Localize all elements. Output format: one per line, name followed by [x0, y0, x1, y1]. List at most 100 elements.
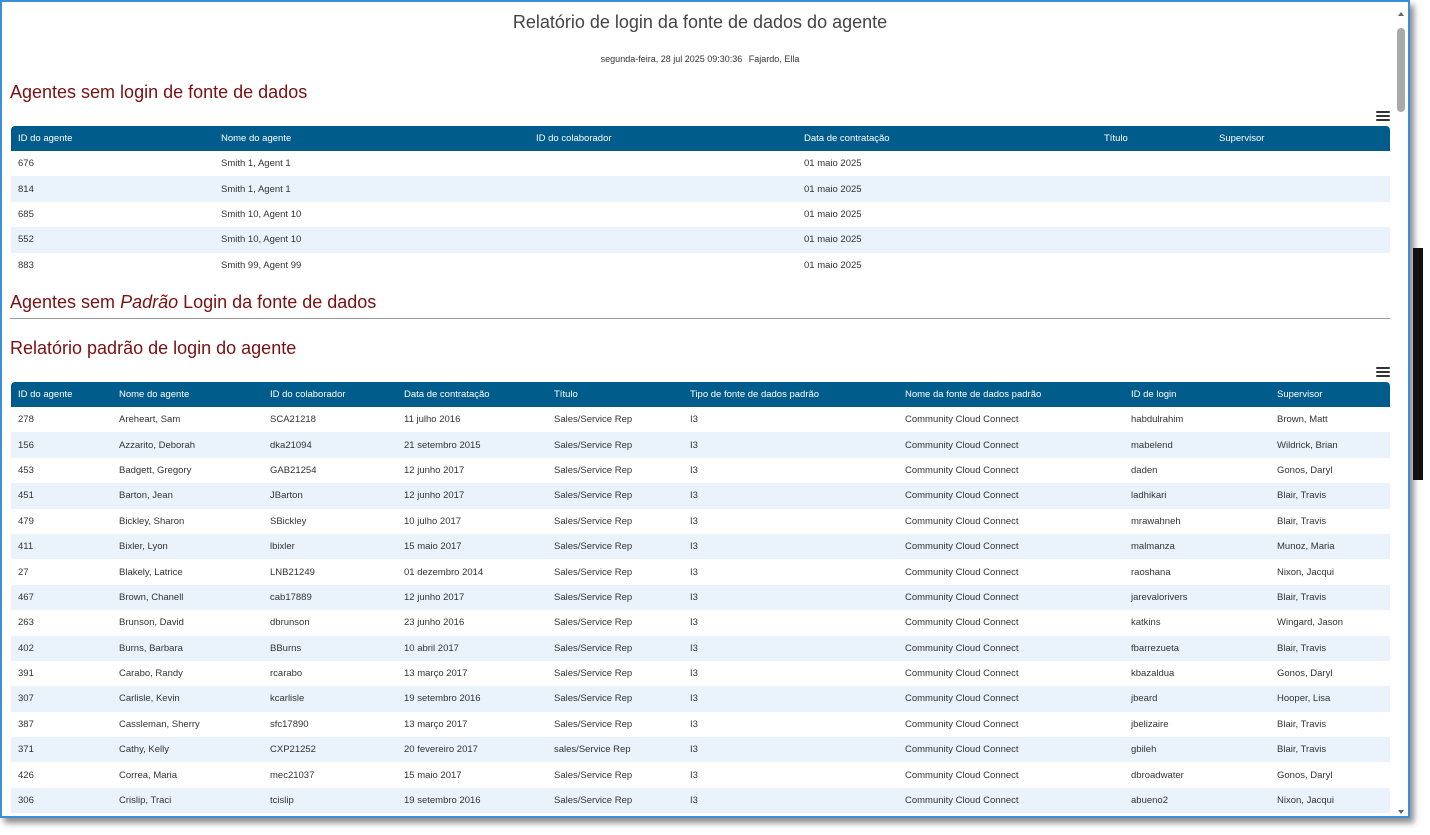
- report-title: Relatório de login da fonte de dados do …: [512, 12, 888, 32]
- hamburger-menu-icon[interactable]: [1376, 367, 1390, 379]
- column-header[interactable]: Título: [547, 382, 683, 407]
- table-cell: 11 julho 2016: [404, 414, 461, 426]
- table-cell: 01 dezembro 2014: [404, 566, 484, 578]
- table-cell: [1097, 176, 1212, 202]
- table-cell: cab17889: [263, 584, 397, 611]
- table-cell: I3: [690, 718, 698, 730]
- table-cell: I3: [683, 686, 898, 712]
- table-row: 387 Cassleman, Sherry sfc17890 13 março 201…: [11, 712, 1390, 737]
- table-cell: I3: [690, 668, 698, 680]
- table-cell: I3: [690, 414, 698, 426]
- table-cell: Hooper, Lisa: [1270, 686, 1390, 712]
- table-cell: I3: [683, 635, 898, 661]
- column-header[interactable]: Título: [1097, 126, 1212, 151]
- table-cell: Gonos, Daryl: [1277, 769, 1333, 781]
- table-cell: Community Cloud Connect: [898, 787, 1124, 814]
- table-cell: Community Cloud Connect: [898, 584, 1124, 611]
- column-header[interactable]: ID de login: [1124, 382, 1270, 407]
- table-cell: 20 fevereiro 2017: [397, 737, 547, 763]
- table-cell: lbixler: [263, 533, 397, 560]
- table-cell: [529, 227, 797, 253]
- column-header[interactable]: Data de contratação: [797, 126, 1097, 151]
- table-cell: Smith 99, Agent 99: [221, 259, 302, 271]
- table-cell: Community Cloud Connect: [905, 668, 1019, 680]
- table-cell: Community Cloud Connect: [905, 769, 1019, 781]
- table-cell: Community Cloud Connect: [905, 617, 1019, 629]
- table-cell: gbileh: [1124, 737, 1270, 763]
- table-cell: 278: [18, 414, 34, 426]
- table-cell: 371: [11, 737, 112, 763]
- table-cell: Sales/Service Rep: [547, 686, 683, 712]
- table-cell: [1212, 202, 1390, 227]
- table-row: 156 Azzarito, Deborah dka21094 21 setembro …: [11, 432, 1390, 458]
- table-cell: Community Cloud Connect: [898, 432, 1124, 458]
- table-cell: I3: [690, 566, 698, 578]
- table-cell: Blair, Travis: [1270, 584, 1390, 611]
- report-user: Fajardo, Ella: [748, 54, 800, 64]
- table-cell: Barton, Jean: [112, 483, 263, 509]
- table-cell: Correa, Maria: [119, 769, 178, 781]
- table-row: 278 Areheart, Sam SCA21218 11 julho 2016 Sal…: [11, 407, 1390, 432]
- table-cell: Gonos, Daryl: [1277, 464, 1333, 476]
- table-cell: 21 setembro 2015: [397, 432, 547, 458]
- heading-emphasis: Padrão: [120, 292, 179, 312]
- background-window-edge: [1413, 248, 1423, 480]
- report-content: Relatório de login da fonte de dados do …: [10, 2, 1390, 816]
- scroll-up-icon[interactable]: [1398, 12, 1404, 16]
- table-cell: rcarabo: [270, 668, 303, 680]
- table-cell: 01 maio 2025: [797, 227, 1097, 253]
- table-cell: I3: [683, 533, 898, 560]
- column-header[interactable]: ID do colaborador: [529, 126, 797, 151]
- table-cell: mrawahneh: [1131, 515, 1181, 527]
- table-cell: 451: [11, 483, 112, 509]
- table-cell: Community Cloud Connect: [898, 737, 1124, 763]
- table-no-login: ID do agente Nome do agente ID do colabora…: [11, 126, 1390, 278]
- table-cell: Cassleman, Sherry: [119, 718, 200, 730]
- scroll-down-icon[interactable]: [1398, 810, 1404, 814]
- column-header[interactable]: ID do agente: [11, 382, 112, 407]
- table-cell: Sales/Service Rep: [554, 769, 633, 781]
- table-row: 552 Smith 10, Agent 10 01 maio 2025: [11, 227, 1390, 253]
- table-cell: 12 junho 2017: [404, 464, 465, 476]
- table-cell: I3: [690, 617, 698, 629]
- table-row: 27 Blakely, Latrice LNB21249 01 dezembro 20…: [11, 559, 1390, 584]
- table-cell: mec21037: [270, 769, 315, 781]
- table-cell: Nixon, Jacqui: [1277, 566, 1335, 578]
- column-header[interactable]: Nome do agente: [214, 126, 529, 151]
- table-cell: [1097, 151, 1212, 176]
- table-cell: Blakely, Latrice: [119, 566, 183, 578]
- table-cell: daden: [1131, 464, 1158, 476]
- column-header[interactable]: Supervisor: [1212, 126, 1390, 151]
- table-cell: [1097, 253, 1212, 278]
- table-cell: [1212, 176, 1390, 202]
- column-header[interactable]: Nome do agente: [112, 382, 263, 407]
- table-cell: Blair, Travis: [1277, 718, 1327, 730]
- table-cell: fbarrezueta: [1124, 635, 1270, 661]
- table-cell: Bickley, Sharon: [119, 515, 185, 527]
- table-cell: Sales/Service Rep: [547, 635, 683, 661]
- table-cell: Community Cloud Connect: [905, 718, 1019, 730]
- table-cell: Blair, Travis: [1270, 635, 1390, 661]
- scrollbar-thumb[interactable]: [1397, 28, 1405, 112]
- column-header[interactable]: Supervisor: [1270, 382, 1390, 407]
- column-header[interactable]: ID do colaborador: [263, 382, 397, 407]
- hamburger-menu-icon[interactable]: [1376, 111, 1390, 123]
- column-header[interactable]: ID do agente: [11, 126, 214, 151]
- table-cell: Blair, Travis: [1270, 483, 1390, 509]
- table-cell: Smith 1, Agent 1: [221, 158, 291, 170]
- table-header-row: ID do agente Nome do agente ID do colabora…: [11, 126, 1390, 151]
- vertical-scrollbar[interactable]: [1395, 10, 1408, 816]
- table-cell: [529, 253, 797, 278]
- table-cell: I3: [690, 769, 698, 781]
- column-header[interactable]: Data de contratação: [397, 382, 547, 407]
- column-header[interactable]: Tipo de fonte de dados padrão: [683, 382, 898, 407]
- table-cell: Blair, Travis: [1277, 515, 1327, 527]
- table-cell: 12 junho 2017: [397, 483, 547, 509]
- column-header[interactable]: Nome da fonte de dados padrão: [898, 382, 1124, 407]
- table-row: 451 Barton, Jean JBarton 12 junho 2017 Sales…: [11, 483, 1390, 509]
- table-default-login: ID do agente Nome do agente ID do colabora…: [11, 382, 1390, 814]
- table-cell: katkins: [1131, 617, 1161, 629]
- table-cell: malmanza: [1124, 533, 1270, 560]
- table-cell: Sales/Service Rep: [554, 414, 633, 426]
- table-row: 263 Brunson, David dbrunson 23 junho 2016 Sa…: [11, 610, 1390, 635]
